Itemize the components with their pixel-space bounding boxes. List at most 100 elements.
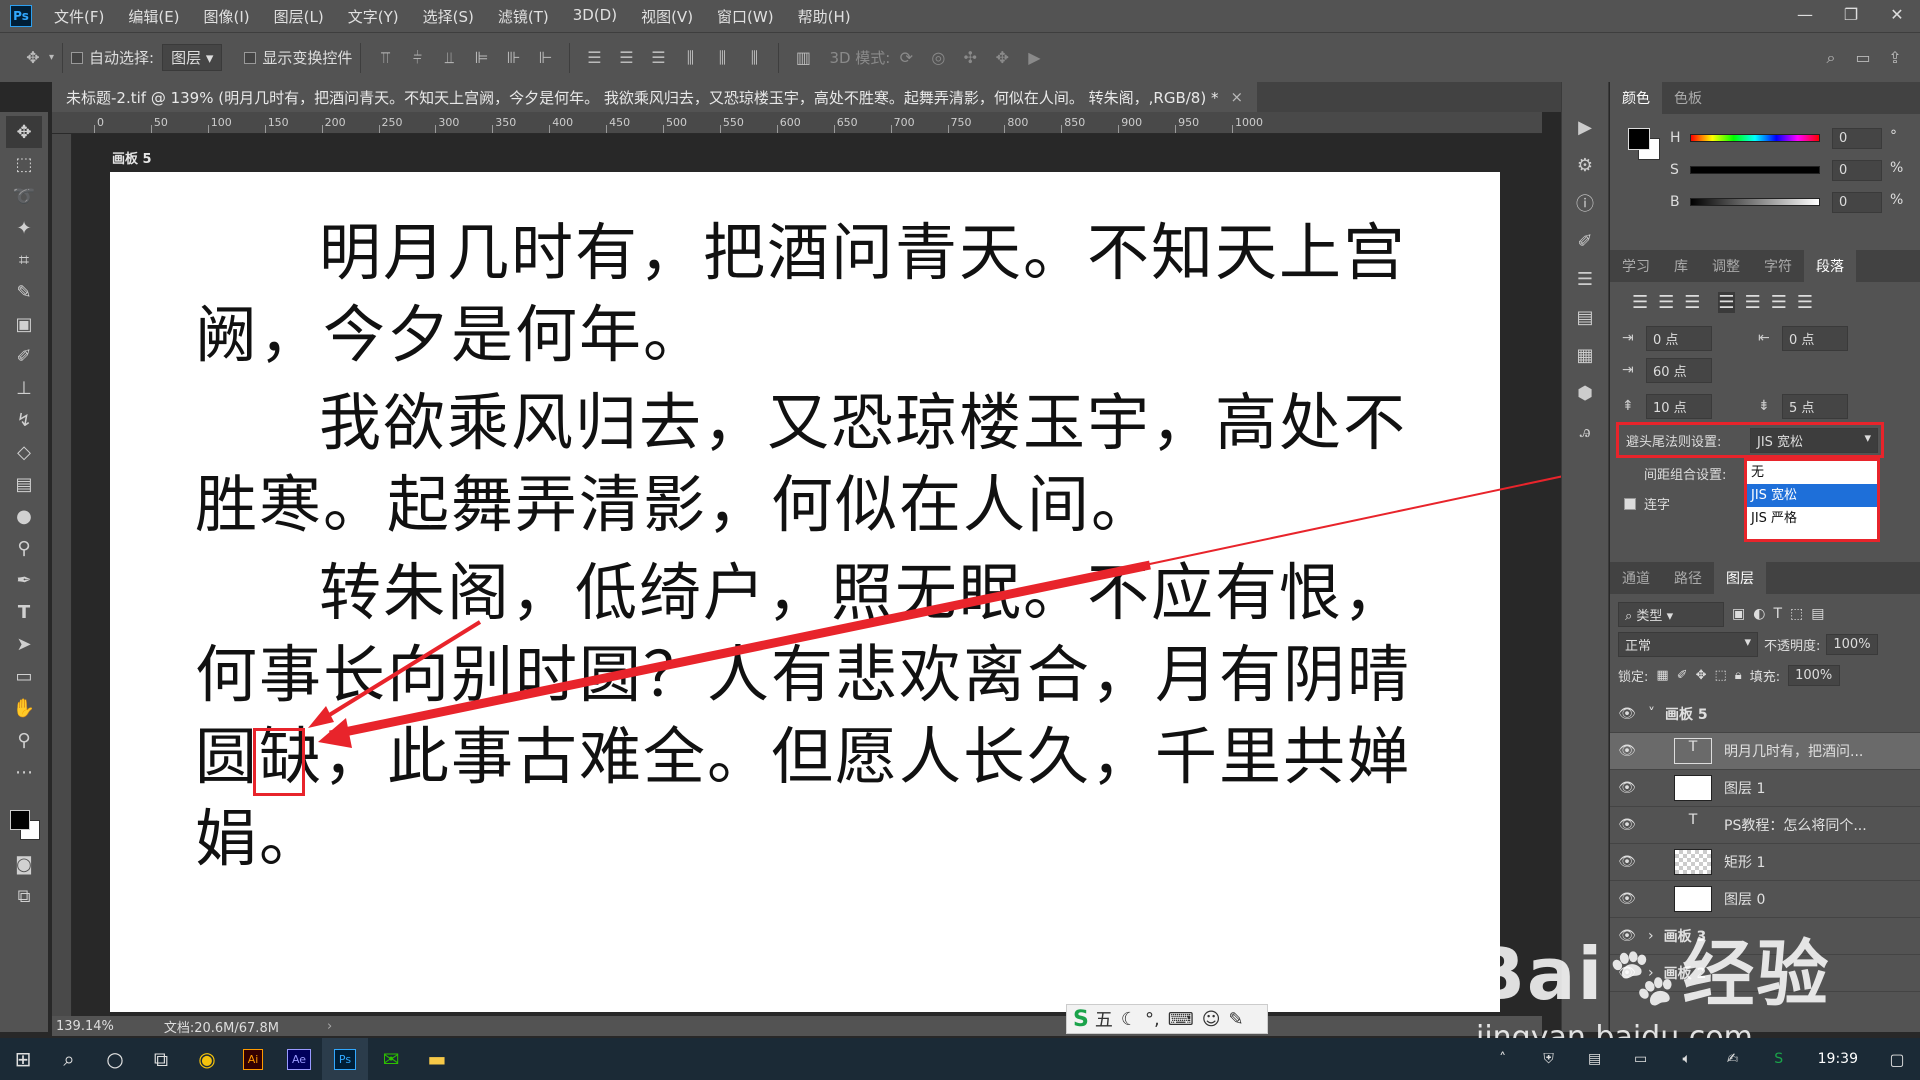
filter-pixel-icon[interactable]: ▣ xyxy=(1732,606,1745,622)
tab-swatches[interactable]: 色板 xyxy=(1662,82,1714,114)
sogou-icon[interactable]: S xyxy=(1073,1007,1089,1032)
tab-paths[interactable]: 路径 xyxy=(1662,562,1714,594)
lock-paint-icon[interactable]: ✐ xyxy=(1677,668,1688,683)
layer-name[interactable]: 画板 5 xyxy=(1665,704,1708,724)
sogou-tray-icon[interactable]: S xyxy=(1756,1038,1802,1080)
tab-color[interactable]: 颜色 xyxy=(1610,82,1662,114)
h-value[interactable]: 0 xyxy=(1832,128,1882,149)
ime-settings-icon[interactable]: ✎ xyxy=(1228,1009,1243,1030)
indent-first-field[interactable]: 60 点 xyxy=(1646,358,1712,383)
tab-learn[interactable]: 学习 xyxy=(1610,250,1662,282)
notification-icon[interactable]: ▢ xyxy=(1874,1038,1920,1080)
ime-mode-label[interactable]: 五 xyxy=(1095,1006,1113,1032)
align-left-text-icon[interactable]: ☰ xyxy=(1632,292,1648,313)
brush-settings-icon[interactable]: ✐ xyxy=(1567,226,1603,256)
layer-name[interactable]: 明月几时有，把酒问... xyxy=(1724,741,1863,761)
hyphen-checkbox[interactable] xyxy=(1624,498,1636,510)
layer-row[interactable]: 👁︎ T 明月几时有，把酒问... xyxy=(1610,733,1920,770)
indent-left-field[interactable]: 0 点 xyxy=(1646,326,1712,351)
foreground-color[interactable] xyxy=(10,810,30,830)
tab-library[interactable]: 库 xyxy=(1662,250,1700,282)
lock-all-icon[interactable]: 🔒︎ xyxy=(1735,668,1742,683)
visibility-eye-icon[interactable]: 👁︎ xyxy=(1610,706,1644,722)
file-explorer-icon[interactable]: ▬ xyxy=(414,1038,460,1080)
network-icon[interactable]: ▤ xyxy=(1572,1038,1618,1080)
display-icon[interactable]: ▭ xyxy=(1618,1038,1664,1080)
hue-slider[interactable] xyxy=(1690,134,1820,142)
cortana-icon[interactable]: ○ xyxy=(92,1038,138,1080)
layer-row[interactable]: 👁︎ T PS教程：怎么将同个... xyxy=(1610,807,1920,844)
indent-right-field[interactable]: 0 点 xyxy=(1782,326,1848,351)
pen-icon[interactable]: ✍ xyxy=(1710,1038,1756,1080)
layer-name[interactable]: 图层 1 xyxy=(1724,778,1765,798)
adjust-sliders-icon[interactable]: ☰ xyxy=(1567,264,1603,294)
blend-mode-dropdown[interactable]: 正常 ▾ xyxy=(1618,631,1758,657)
lock-pixels-icon[interactable]: ▦ xyxy=(1656,668,1668,683)
tab-paragraph[interactable]: 段落 xyxy=(1804,250,1856,282)
s-value[interactable]: 0 xyxy=(1832,160,1882,181)
visibility-eye-icon[interactable]: 👁︎ xyxy=(1610,780,1644,796)
filter-shape-icon[interactable]: ⬚ xyxy=(1790,606,1803,622)
justify-left-icon[interactable]: ☰ xyxy=(1718,292,1735,313)
layer-row[interactable]: 👁︎ 矩形 1 xyxy=(1610,844,1920,881)
brightness-slider[interactable] xyxy=(1690,198,1820,206)
tab-adjustments[interactable]: 调整 xyxy=(1700,250,1752,282)
character-panel-icon[interactable]: ▤ xyxy=(1567,302,1603,332)
visibility-eye-icon[interactable]: 👁︎ xyxy=(1610,891,1644,907)
task-view-icon[interactable]: ⧉ xyxy=(138,1038,184,1080)
justify-center-icon[interactable]: ☰ xyxy=(1745,292,1761,313)
layer-name[interactable]: 图层 0 xyxy=(1724,889,1765,909)
layer-row[interactable]: 👁︎ 图层 1 xyxy=(1610,770,1920,807)
visibility-eye-icon[interactable]: 👁︎ xyxy=(1610,817,1644,833)
space-before-field[interactable]: 10 点 xyxy=(1646,394,1712,419)
layer-name[interactable]: 矩形 1 xyxy=(1724,852,1765,872)
filter-type-icon[interactable]: T xyxy=(1773,606,1782,622)
ime-user-icon[interactable]: ☺ xyxy=(1202,1009,1221,1030)
group-chevron-icon[interactable]: ˅ xyxy=(1648,706,1655,722)
saturation-slider[interactable] xyxy=(1690,166,1820,174)
kinsoku-option[interactable]: JIS 宽松 xyxy=(1747,484,1877,507)
layer-row[interactable]: 👁︎ ˅ 画板 5 xyxy=(1610,696,1920,733)
tab-layers[interactable]: 图层 xyxy=(1714,562,1766,594)
space-after-field[interactable]: 5 点 xyxy=(1782,394,1848,419)
photoshop-taskbar-icon[interactable]: Ps xyxy=(322,1038,368,1080)
play-icon[interactable]: ▶ xyxy=(1567,112,1603,142)
filter-adjust-icon[interactable]: ◐ xyxy=(1753,606,1765,622)
visibility-eye-icon[interactable]: 👁︎ xyxy=(1610,854,1644,870)
info-icon[interactable]: ⓘ xyxy=(1567,188,1603,218)
tray-chevron-icon[interactable]: ˄ xyxy=(1480,1038,1526,1080)
ime-moon-icon[interactable]: ☾ xyxy=(1121,1009,1137,1030)
windows-start-icon[interactable]: ⊞ xyxy=(0,1038,46,1080)
zoom-level[interactable]: 139.14% xyxy=(56,1019,114,1034)
tab-character[interactable]: 字符 xyxy=(1752,250,1804,282)
chrome-icon[interactable]: ◉ xyxy=(184,1038,230,1080)
doc-size[interactable]: 文档:20.6M/67.8M xyxy=(164,1017,279,1036)
tab-channels[interactable]: 通道 xyxy=(1610,562,1662,594)
align-center-text-icon[interactable]: ☰ xyxy=(1658,292,1674,313)
3d-icon[interactable]: ⬢ xyxy=(1567,378,1603,408)
ime-punct-icon[interactable]: °, xyxy=(1145,1009,1160,1030)
glyphs-icon[interactable]: ꭿ xyxy=(1567,416,1603,446)
wechat-icon[interactable]: ✉ xyxy=(368,1038,414,1080)
justify-right-icon[interactable]: ☰ xyxy=(1771,292,1787,313)
volume-icon[interactable]: 🔈︎ xyxy=(1664,1038,1710,1080)
after-effects-icon[interactable]: Ae xyxy=(276,1038,322,1080)
align-right-text-icon[interactable]: ☰ xyxy=(1684,292,1700,313)
kinsoku-dropdown[interactable]: JIS 宽松 ▾ xyxy=(1750,428,1878,453)
clock[interactable]: 19:39 xyxy=(1818,1051,1858,1067)
fg-swatch[interactable] xyxy=(1628,128,1650,150)
lock-artboard-icon[interactable]: ⬚ xyxy=(1715,668,1727,683)
status-chevron-icon[interactable]: › xyxy=(327,1019,332,1034)
properties-icon[interactable]: ⚙ xyxy=(1567,150,1603,180)
security-icon[interactable]: ⛨ xyxy=(1526,1038,1572,1080)
paragraph-panel-icon[interactable]: ▦ xyxy=(1567,340,1603,370)
justify-all-icon[interactable]: ☰ xyxy=(1797,292,1813,313)
fill-field[interactable]: 100% xyxy=(1788,664,1841,686)
kinsoku-option[interactable]: 无 xyxy=(1747,461,1877,484)
visibility-eye-icon[interactable]: 👁︎ xyxy=(1610,743,1644,759)
layer-row[interactable]: 👁︎ 图层 0 xyxy=(1610,881,1920,918)
layer-name[interactable]: PS教程：怎么将同个... xyxy=(1724,815,1867,835)
kinsoku-option[interactable]: JIS 严格 xyxy=(1747,507,1877,530)
lock-move-icon[interactable]: ✥ xyxy=(1696,668,1707,683)
filter-smart-icon[interactable]: ▤ xyxy=(1811,606,1824,622)
